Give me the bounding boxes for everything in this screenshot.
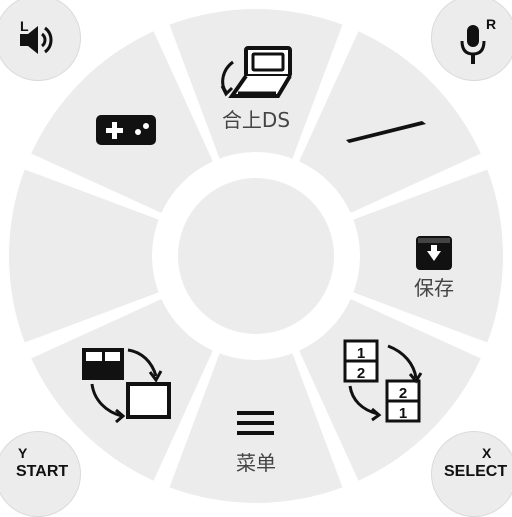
- menu-label: 菜单: [236, 451, 276, 475]
- x-label: X: [482, 445, 492, 461]
- wheel-center-button[interactable]: [178, 178, 334, 334]
- r-button[interactable]: R: [431, 0, 512, 81]
- close-ds-label: 合上DS: [222, 108, 290, 132]
- x-select-button[interactable]: X SELECT: [431, 431, 512, 517]
- screen-1-digit-icon: 1: [399, 405, 407, 422]
- action-wheel: 合上DS 保存 1 2 2 1 菜单: [9, 9, 503, 503]
- save-icon: [416, 236, 452, 270]
- screen-1-digit-icon: 1: [357, 345, 365, 362]
- menu-icon: [237, 411, 274, 435]
- screen-2-digit-icon: 2: [399, 385, 407, 402]
- screen-2-digit-icon: 2: [357, 365, 365, 382]
- start-label: START: [16, 463, 69, 480]
- gamepad-icon: [96, 115, 156, 145]
- save-label: 保存: [414, 276, 454, 300]
- speaker-icon: [20, 26, 53, 54]
- select-label: SELECT: [444, 463, 508, 480]
- y-label: Y: [18, 445, 28, 461]
- microphone-icon: [460, 25, 486, 64]
